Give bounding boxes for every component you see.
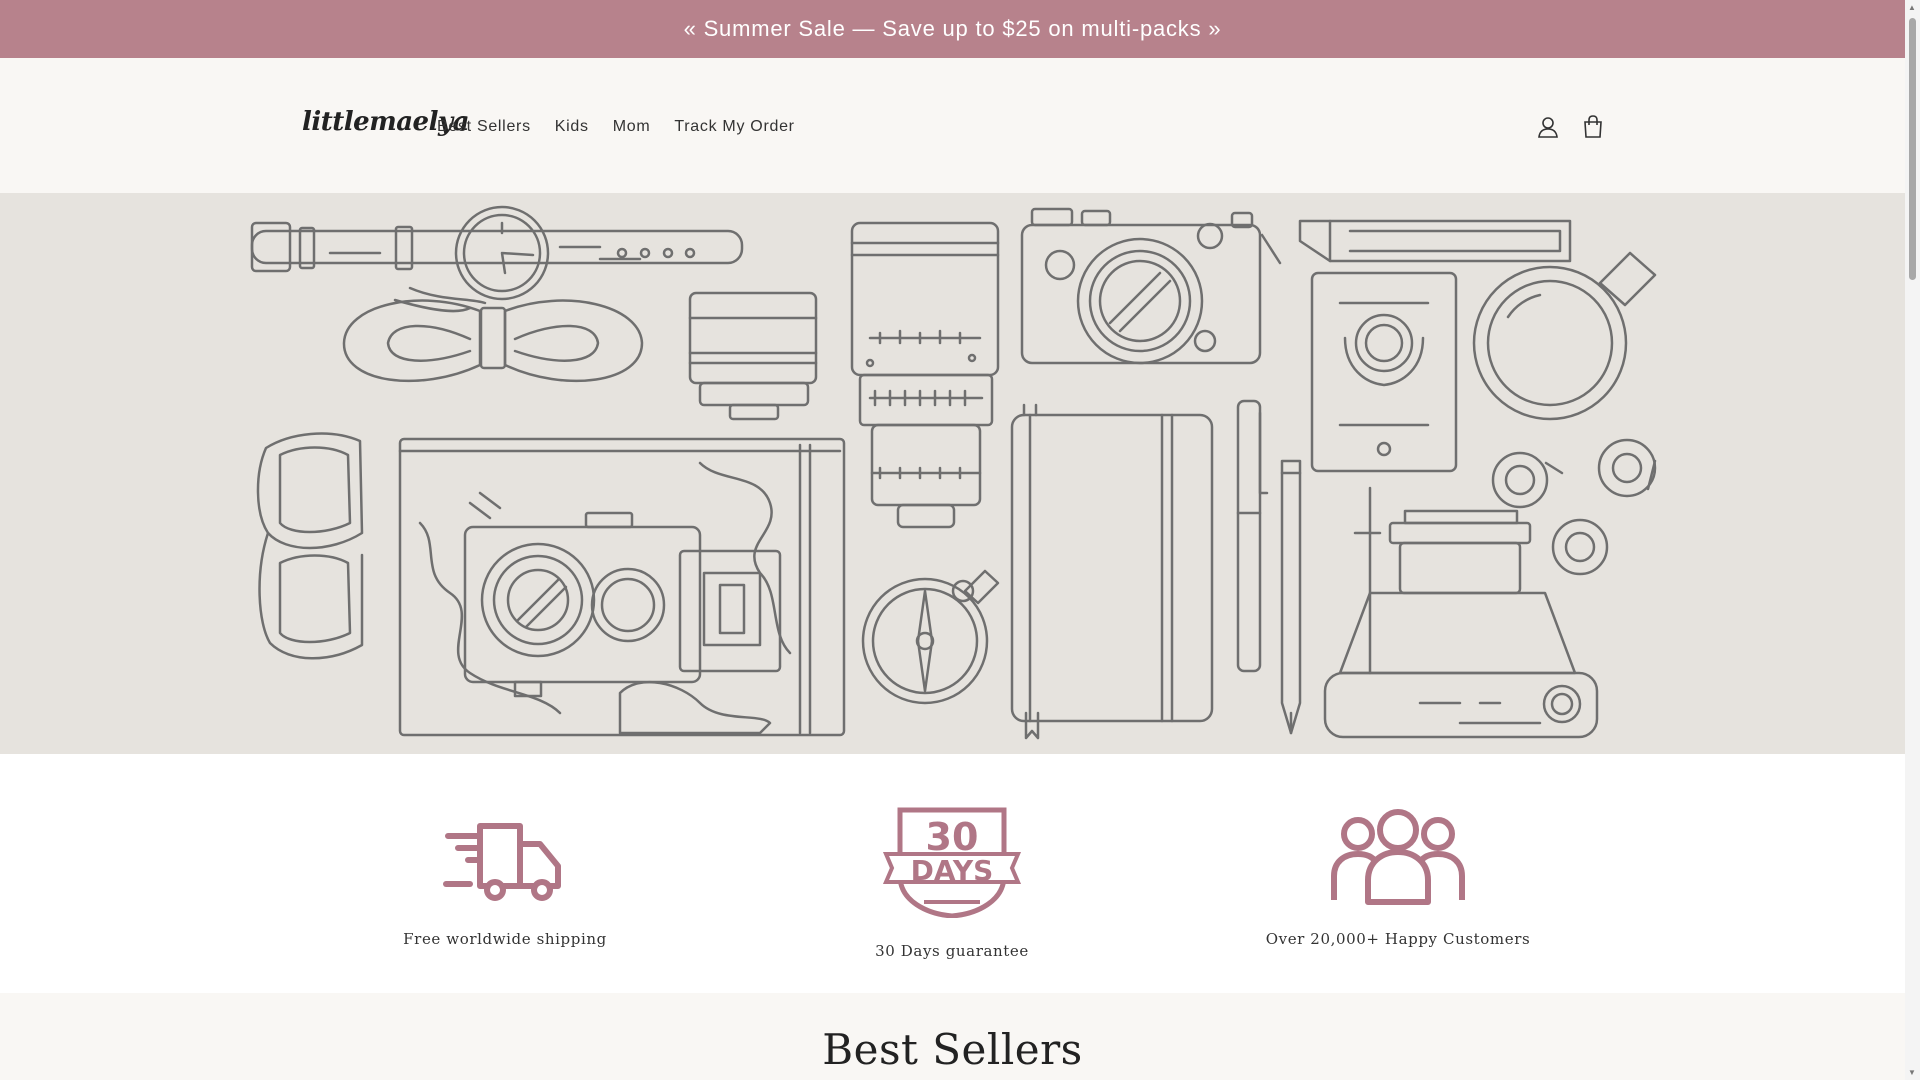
watch-illustration (250, 205, 744, 301)
site-header: littlemaelya Best Sellers Kids Mom Track… (0, 58, 1905, 193)
section-title: Best Sellers (822, 1025, 1083, 1074)
map-illustration (398, 437, 846, 737)
sunglasses-illustration (256, 432, 364, 660)
compass-illustration (861, 569, 1000, 705)
scroll-up-arrow-icon[interactable]: ▲ (1908, 3, 1916, 12)
pen-illustration (1236, 399, 1269, 673)
instant-camera-illustration (1323, 486, 1599, 739)
tape-rolls-illustration (1491, 438, 1657, 576)
scrollbar[interactable]: ▲ ▼ (1905, 0, 1920, 1080)
notebook-illustration (1010, 403, 1214, 740)
nav-item-kids[interactable]: Kids (555, 118, 589, 136)
nav-item-best-sellers[interactable]: Best Sellers (437, 118, 531, 136)
best-sellers-section: Best Sellers (0, 993, 1905, 1080)
cart-icon[interactable] (1580, 114, 1606, 140)
passport-illustration (1310, 271, 1458, 473)
main-nav: Best Sellers Kids Mom Track My Order (437, 118, 795, 136)
nav-item-mom[interactable]: Mom (613, 118, 651, 136)
30-days-badge-icon: 30 DAYS (882, 807, 1022, 918)
feature-customers: Over 20,000+ Happy Customers (1238, 806, 1558, 948)
pencil-vertical-illustration (1280, 459, 1302, 735)
scroll-down-arrow-icon[interactable]: ▼ (1908, 1068, 1916, 1077)
announcement-text[interactable]: « Summer Sale — Save up to $25 on multi-… (684, 16, 1222, 42)
feature-guarantee: 30 DAYS 30 Days guarantee (792, 806, 1112, 960)
small-lens-illustration (688, 291, 818, 421)
customers-icon (1331, 809, 1465, 905)
feature-shipping: Free worldwide shipping (345, 806, 665, 948)
badge-word: DAYS (911, 854, 994, 887)
announcement-bar[interactable]: « Summer Sale — Save up to $25 on multi-… (0, 0, 1905, 58)
nav-item-track-order[interactable]: Track My Order (674, 118, 794, 136)
magnifier-illustration (1472, 251, 1657, 421)
bow-tie-illustration (342, 286, 644, 383)
feature-customers-label: Over 20,000+ Happy Customers (1265, 930, 1531, 948)
pencil-illustration (1298, 219, 1572, 263)
truck-icon (443, 823, 561, 901)
feature-guarantee-label: 30 Days guarantee (875, 942, 1029, 960)
large-lens-illustration (850, 221, 1000, 529)
camera-illustration (1020, 207, 1282, 365)
travel-items-illustration (250, 205, 1657, 740)
account-icon[interactable] (1535, 114, 1561, 140)
hero-banner (0, 193, 1905, 754)
features-section: Free worldwide shipping 30 DAYS 30 Days … (0, 754, 1905, 993)
feature-shipping-label: Free worldwide shipping (403, 930, 607, 948)
scrollbar-thumb[interactable] (1909, 18, 1916, 280)
badge-number: 30 (926, 815, 979, 859)
vintage-camera-illustration (463, 491, 782, 698)
